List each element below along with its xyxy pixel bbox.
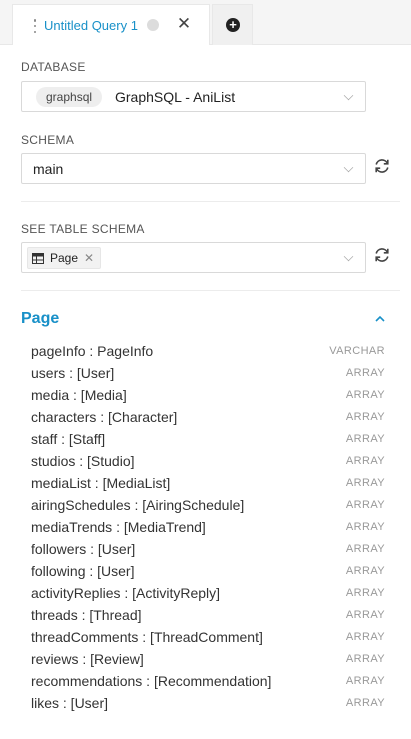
- field-name: likes : [User]: [31, 695, 109, 711]
- database-select[interactable]: graphsql GraphSQL - AniList: [21, 81, 366, 112]
- field-type: ARRAY: [345, 631, 385, 643]
- table-section-title[interactable]: Page: [21, 310, 59, 328]
- field-list: pageInfo : PageInfo VARCHAR users : [User]…: [31, 340, 385, 714]
- field-name: airingSchedules : [AiringSchedule]: [31, 497, 245, 513]
- field-name: reviews : [Review]: [31, 651, 144, 667]
- refresh-icon[interactable]: [373, 157, 391, 175]
- remove-tag-icon[interactable]: ✕: [84, 251, 94, 265]
- tab-bar: Untitled Query 1 ✕ +: [0, 0, 411, 45]
- field-type: ARRAY: [345, 455, 385, 467]
- database-label: DATABASE: [21, 60, 86, 74]
- field-type: ARRAY: [345, 675, 385, 687]
- field-name: recommendations : [Recommendation]: [31, 673, 272, 689]
- field-row[interactable]: staff : [Staff] ARRAY: [31, 428, 385, 450]
- field-row[interactable]: activityReplies : [ActivityReply] ARRAY: [31, 582, 385, 604]
- close-icon[interactable]: ✕: [176, 14, 192, 34]
- field-name: staff : [Staff]: [31, 431, 106, 447]
- tab-title: Untitled Query 1: [44, 18, 138, 33]
- field-name: users : [User]: [31, 365, 115, 381]
- field-row[interactable]: likes : [User] ARRAY: [31, 692, 385, 714]
- field-type: ARRAY: [345, 389, 385, 401]
- field-row[interactable]: followers : [User] ARRAY: [31, 538, 385, 560]
- drag-handle-icon[interactable]: [33, 19, 37, 33]
- field-row[interactable]: mediaList : [MediaList] ARRAY: [31, 472, 385, 494]
- field-type: ARRAY: [345, 367, 385, 379]
- database-type-tag: graphsql: [36, 87, 103, 107]
- field-type: VARCHAR: [329, 345, 385, 357]
- field-name: studios : [Studio]: [31, 453, 135, 469]
- field-name: activityReplies : [ActivityReply]: [31, 585, 221, 601]
- field-row[interactable]: threadComments : [ThreadComment] ARRAY: [31, 626, 385, 648]
- field-name: media : [Media]: [31, 387, 127, 403]
- field-type: ARRAY: [345, 653, 385, 665]
- field-name: followers : [User]: [31, 541, 136, 557]
- field-type: ARRAY: [345, 477, 385, 489]
- chevron-down-icon: [343, 162, 354, 173]
- field-row[interactable]: reviews : [Review] ARRAY: [31, 648, 385, 670]
- field-name: mediaTrends : [MediaTrend]: [31, 519, 206, 535]
- table-icon: [32, 252, 44, 264]
- add-tab-button[interactable]: +: [212, 4, 253, 45]
- table-schema-label: SEE TABLE SCHEMA: [21, 222, 145, 236]
- field-row[interactable]: media : [Media] ARRAY: [31, 384, 385, 406]
- field-row[interactable]: recommendations : [Recommendation] ARRAY: [31, 670, 385, 692]
- chevron-down-icon: [343, 90, 354, 101]
- divider: [21, 290, 400, 291]
- field-row[interactable]: studios : [Studio] ARRAY: [31, 450, 385, 472]
- field-row[interactable]: threads : [Thread] ARRAY: [31, 604, 385, 626]
- field-name: threads : [Thread]: [31, 607, 142, 623]
- field-row[interactable]: mediaTrends : [MediaTrend] ARRAY: [31, 516, 385, 538]
- field-name: characters : [Character]: [31, 409, 178, 425]
- table-schema-select[interactable]: Page ✕: [21, 242, 366, 273]
- field-row[interactable]: characters : [Character] ARRAY: [31, 406, 385, 428]
- unsaved-dot-icon: [147, 19, 159, 31]
- field-type: ARRAY: [345, 411, 385, 423]
- field-row[interactable]: users : [User] ARRAY: [31, 362, 385, 384]
- field-row[interactable]: following : [User] ARRAY: [31, 560, 385, 582]
- divider: [21, 201, 400, 202]
- field-type: ARRAY: [345, 521, 385, 533]
- refresh-icon[interactable]: [373, 246, 391, 264]
- field-name: mediaList : [MediaList]: [31, 475, 171, 491]
- field-type: ARRAY: [345, 587, 385, 599]
- chevron-up-icon[interactable]: [375, 315, 385, 323]
- field-type: ARRAY: [345, 433, 385, 445]
- schema-select[interactable]: main: [21, 153, 366, 184]
- field-name: following : [User]: [31, 563, 135, 579]
- schema-label: SCHEMA: [21, 133, 75, 147]
- field-type: ARRAY: [345, 609, 385, 621]
- selected-table-tag: Page ✕: [27, 247, 102, 269]
- field-type: ARRAY: [345, 543, 385, 555]
- field-type: ARRAY: [345, 565, 385, 577]
- field-type: ARRAY: [345, 697, 385, 709]
- schema-value: main: [33, 161, 64, 177]
- tab-untitled-query[interactable]: Untitled Query 1 ✕: [12, 4, 210, 45]
- field-name: pageInfo : PageInfo: [31, 343, 154, 359]
- chevron-down-icon: [343, 251, 354, 262]
- database-name: GraphSQL - AniList: [115, 89, 236, 105]
- field-row[interactable]: airingSchedules : [AiringSchedule] ARRAY: [31, 494, 385, 516]
- selected-table-name: Page: [50, 251, 79, 265]
- add-icon: +: [226, 18, 240, 32]
- field-name: threadComments : [ThreadComment]: [31, 629, 263, 645]
- field-row[interactable]: pageInfo : PageInfo VARCHAR: [31, 340, 385, 362]
- field-type: ARRAY: [345, 499, 385, 511]
